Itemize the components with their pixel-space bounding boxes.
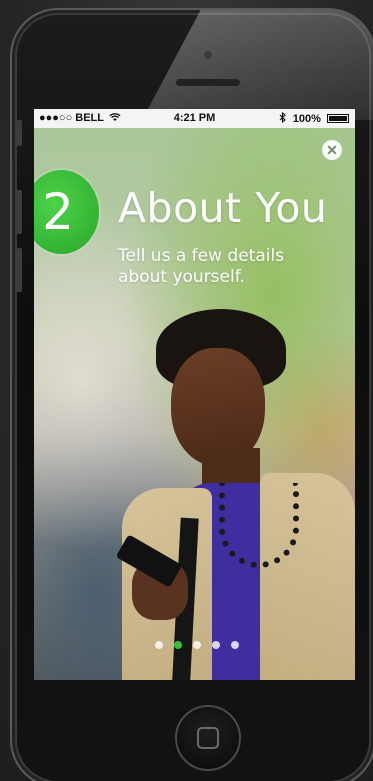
earpiece-speaker — [175, 78, 241, 87]
page-title: About You — [118, 184, 328, 232]
photo-necklace — [219, 483, 299, 568]
page-dot[interactable] — [193, 641, 201, 649]
page-dot[interactable] — [174, 641, 182, 649]
volume-up-button — [16, 190, 22, 234]
page-dot[interactable] — [155, 641, 163, 649]
close-icon: ✕ — [326, 142, 338, 158]
front-camera — [203, 50, 213, 60]
step-number: 2 — [42, 183, 74, 241]
page-dot[interactable] — [212, 641, 220, 649]
bluetooth-icon — [279, 111, 286, 124]
status-right: 100% — [279, 111, 349, 125]
battery-icon — [327, 114, 349, 123]
volume-down-button — [16, 248, 22, 292]
app-screen: ●●●○○ BELL 4:21 PM 100% ✕ 2 About You Te… — [34, 109, 355, 680]
home-button[interactable] — [175, 705, 241, 771]
page-subtitle: Tell us a few details about yourself. — [118, 246, 285, 287]
mute-switch — [16, 120, 22, 146]
status-bar: ●●●○○ BELL 4:21 PM 100% — [34, 109, 355, 128]
home-square-icon — [197, 727, 219, 749]
close-button[interactable]: ✕ — [322, 140, 342, 160]
page-indicator[interactable] — [155, 641, 245, 651]
battery-fill — [329, 116, 347, 121]
battery-percent: 100% — [292, 113, 321, 125]
page-dot[interactable] — [231, 641, 239, 649]
phone-glare — [142, 10, 373, 120]
